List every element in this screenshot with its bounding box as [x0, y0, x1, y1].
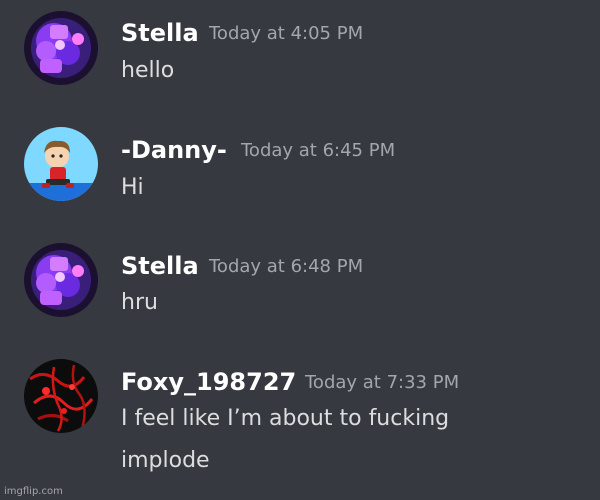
message-timestamp: Today at 6:45 PM — [241, 140, 396, 161]
chat-message-list: Stella Today at 4:05 PM hello -Danny- To… — [0, 0, 600, 500]
red-dark-avatar-icon[interactable] — [24, 359, 98, 433]
message-text-line-1: I feel like I’m about to fucking — [121, 406, 450, 431]
author-name[interactable]: Stella — [121, 254, 199, 278]
message-text-line-2: implode — [121, 448, 210, 473]
message-text: hello — [121, 58, 175, 83]
author-name[interactable]: Foxy_198727 — [121, 370, 296, 394]
message-text: hru — [121, 290, 158, 315]
purple-robot-avatar-icon[interactable] — [24, 243, 98, 317]
message-timestamp: Today at 4:05 PM — [209, 23, 364, 44]
imgflip-watermark: imgflip.com — [4, 486, 63, 497]
purple-robot-avatar-icon[interactable] — [24, 11, 98, 85]
message-timestamp: Today at 7:33 PM — [305, 372, 460, 393]
message-text: Hi — [121, 175, 144, 200]
cartoon-boy-avatar-icon[interactable] — [24, 127, 98, 201]
author-name[interactable]: -Danny- — [121, 138, 227, 162]
author-name[interactable]: Stella — [121, 21, 199, 45]
message-timestamp: Today at 6:48 PM — [209, 256, 364, 277]
